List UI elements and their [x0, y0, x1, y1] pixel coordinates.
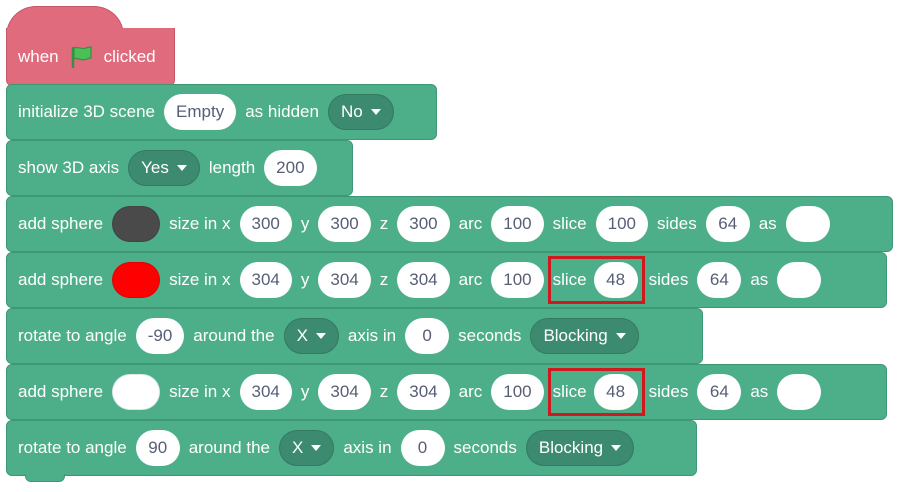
axis-select-value: X	[292, 438, 304, 457]
slice-label: slice	[552, 214, 587, 233]
add-sphere-label: add sphere	[18, 382, 104, 401]
sides-input[interactable]: 64	[697, 262, 742, 298]
sides-label: sides	[648, 270, 689, 289]
length-input[interactable]: 200	[264, 150, 317, 186]
y-label: y	[300, 382, 310, 401]
initialize-label: initialize 3D scene	[18, 102, 156, 121]
chevron-down-icon	[370, 109, 381, 115]
z-label: z	[379, 270, 389, 289]
y-label: y	[300, 214, 310, 233]
slice-input[interactable]: 48	[593, 262, 638, 298]
rotate-to-angle-block[interactable]: rotate to angle -90 around the X axis in…	[6, 308, 703, 364]
add-sphere-label: add sphere	[18, 270, 104, 289]
size-z-input[interactable]: 304	[397, 262, 450, 298]
seconds-input[interactable]: 0	[405, 318, 450, 354]
mode-dropdown[interactable]: Blocking	[525, 430, 635, 466]
when-flag-clicked-block[interactable]: when clicked	[6, 28, 175, 86]
when-label: when	[18, 46, 59, 66]
seconds-input[interactable]: 0	[400, 430, 445, 466]
size-z-input[interactable]: 300	[397, 206, 450, 242]
clicked-label: clicked	[103, 46, 156, 66]
size-x-label: size in x	[169, 270, 231, 289]
chevron-down-icon	[311, 445, 322, 451]
axis-in-label: axis in	[343, 438, 392, 457]
chevron-down-icon	[611, 445, 622, 451]
color-swatch[interactable]	[112, 262, 161, 298]
as-label: as	[750, 382, 769, 401]
scene-input[interactable]: Empty	[164, 94, 237, 130]
rotate-to-angle-block[interactable]: rotate to angle 90 around the X axis in …	[6, 420, 697, 482]
around-label: around the	[193, 326, 275, 345]
size-z-input[interactable]: 304	[397, 374, 450, 410]
axis-select-dropdown[interactable]: X	[283, 318, 339, 354]
rotate-label: rotate to angle	[18, 438, 127, 457]
arc-input[interactable]: 100	[491, 374, 544, 410]
add-sphere-block[interactable]: add sphere size in x 300 y 300 z 300 arc…	[6, 196, 893, 252]
mode-dropdown[interactable]: Blocking	[530, 318, 639, 354]
slice-input[interactable]: 100	[595, 206, 649, 242]
arc-label: arc	[458, 270, 483, 289]
arc-input[interactable]: 100	[491, 206, 544, 242]
mode-value: Blocking	[538, 438, 604, 457]
slice-label: slice	[552, 382, 587, 401]
arc-label: arc	[458, 214, 483, 233]
z-label: z	[379, 382, 389, 401]
chevron-down-icon	[315, 333, 326, 339]
color-swatch[interactable]	[112, 206, 161, 242]
seconds-label: seconds	[458, 326, 522, 345]
z-label: z	[379, 214, 389, 233]
slice-highlight-box: slice 48	[547, 368, 645, 416]
chevron-down-icon	[176, 165, 187, 171]
slice-highlight-box: slice 48	[547, 256, 645, 304]
as-input[interactable]	[777, 262, 822, 298]
as-label: as	[750, 270, 769, 289]
add-sphere-label: add sphere	[18, 214, 104, 233]
as-input[interactable]	[777, 374, 822, 410]
add-sphere-block[interactable]: add sphere size in x 304 y 304 z 304 arc…	[6, 252, 887, 308]
mode-value: Blocking	[543, 326, 608, 345]
size-y-input[interactable]: 304	[318, 374, 371, 410]
axis-select-dropdown[interactable]: X	[279, 430, 335, 466]
size-y-input[interactable]: 304	[318, 262, 371, 298]
axis-value: Yes	[141, 158, 169, 177]
size-y-input[interactable]: 300	[318, 206, 371, 242]
add-sphere-block[interactable]: add sphere size in x 304 y 304 z 304 arc…	[6, 364, 887, 420]
arc-input[interactable]: 100	[491, 262, 544, 298]
sides-label: sides	[648, 382, 689, 401]
length-label: length	[208, 158, 256, 177]
around-label: around the	[188, 438, 270, 457]
as-label: as	[758, 214, 777, 233]
slice-input[interactable]: 48	[593, 374, 638, 410]
size-x-label: size in x	[169, 382, 231, 401]
angle-input[interactable]: 90	[135, 430, 180, 466]
axis-select-value: X	[296, 326, 308, 345]
as-input[interactable]	[785, 206, 830, 242]
axis-in-label: axis in	[347, 326, 397, 345]
sides-input[interactable]: 64	[705, 206, 750, 242]
sides-input[interactable]: 64	[697, 374, 742, 410]
sides-label: sides	[657, 214, 697, 233]
size-x-input[interactable]: 300	[239, 206, 292, 242]
size-x-input[interactable]: 304	[239, 374, 292, 410]
slice-label: slice	[552, 270, 587, 289]
size-x-input[interactable]: 304	[239, 262, 292, 298]
hidden-value: No	[340, 102, 363, 121]
as-hidden-label: as hidden	[245, 102, 319, 121]
angle-input[interactable]: -90	[135, 318, 185, 354]
block-notch	[25, 474, 65, 482]
show-3d-axis-block[interactable]: show 3D axis Yes length 200	[6, 140, 353, 196]
seconds-label: seconds	[453, 438, 517, 457]
green-flag-icon	[68, 44, 94, 70]
hidden-dropdown[interactable]: No	[327, 94, 394, 130]
initialize-3d-scene-block[interactable]: initialize 3D scene Empty as hidden No	[6, 84, 437, 140]
show-axis-label: show 3D axis	[18, 158, 120, 177]
rotate-label: rotate to angle	[18, 326, 127, 345]
color-swatch[interactable]	[112, 374, 161, 410]
arc-label: arc	[458, 382, 483, 401]
chevron-down-icon	[615, 333, 626, 339]
size-x-label: size in x	[169, 214, 231, 233]
y-label: y	[300, 270, 310, 289]
axis-dropdown[interactable]: Yes	[128, 150, 200, 186]
